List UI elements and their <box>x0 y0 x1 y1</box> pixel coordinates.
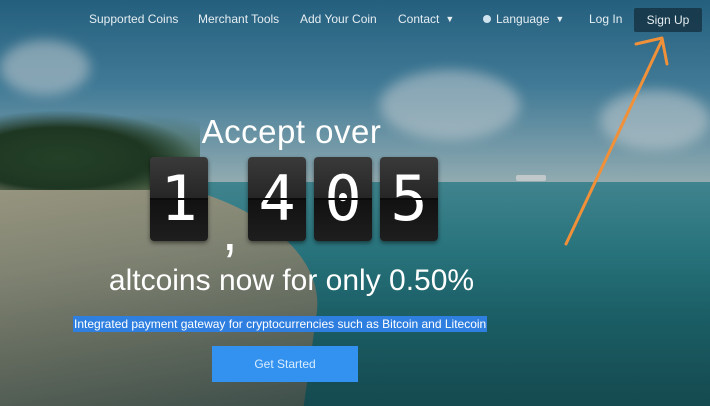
signup-button[interactable]: Sign Up <box>634 8 702 32</box>
headline-top: Accept over <box>201 113 382 150</box>
coin-counter: 1 , 4 0 5 <box>150 157 440 259</box>
nav-merchant-tools[interactable]: Merchant Tools <box>198 12 279 26</box>
counter-comma: , <box>222 199 238 262</box>
counter-digit: 4 <box>248 157 306 241</box>
chevron-down-icon: ▼ <box>445 14 455 24</box>
top-navigation: Supported Coins Merchant Tools Add Your … <box>0 0 710 38</box>
nav-add-your-coin[interactable]: Add Your Coin <box>300 12 377 26</box>
counter-digit: 5 <box>380 157 438 241</box>
globe-icon <box>483 15 491 23</box>
nav-supported-coins[interactable]: Supported Coins <box>89 12 178 26</box>
nav-contact[interactable]: Contact ▼ <box>398 12 454 26</box>
counter-digit: 1 <box>150 157 208 241</box>
chevron-down-icon: ▼ <box>555 14 565 24</box>
nav-login[interactable]: Log In <box>589 12 622 26</box>
nav-language[interactable]: Language ▼ <box>483 12 564 26</box>
headline-bottom: altcoins now for only 0.50% <box>108 264 475 297</box>
tagline: Integrated payment gateway for cryptocur… <box>73 316 488 332</box>
nav-language-label: Language <box>496 12 550 26</box>
nav-contact-label: Contact <box>398 12 440 26</box>
counter-digit: 0 <box>314 157 372 241</box>
get-started-button[interactable]: Get Started <box>212 346 358 382</box>
